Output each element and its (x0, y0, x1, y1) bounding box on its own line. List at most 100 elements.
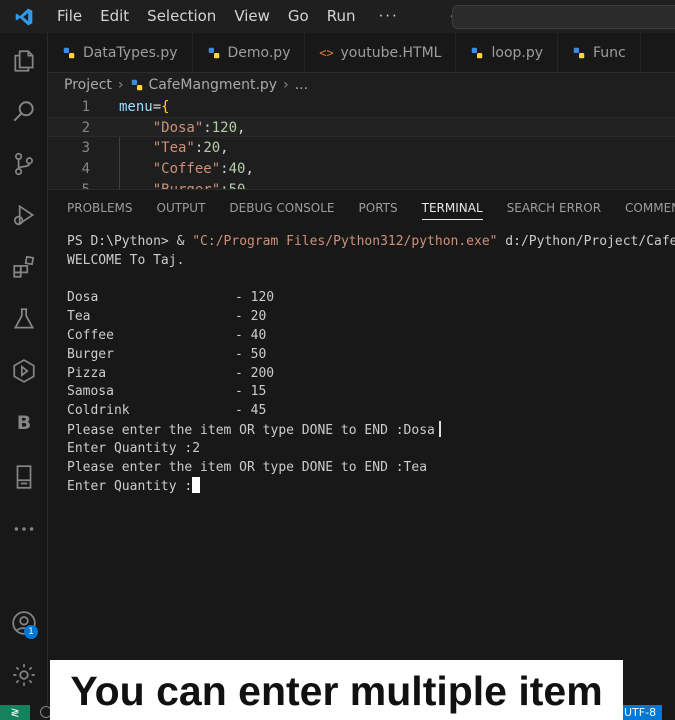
panel-tabs: PROBLEMS OUTPUT DEBUG CONSOLE PORTS TERM… (48, 190, 675, 226)
menu-more[interactable]: ··· (365, 0, 408, 33)
python-file-icon (62, 46, 76, 60)
testing-flask-icon[interactable] (0, 295, 48, 343)
tab-ports[interactable]: PORTS (359, 190, 398, 226)
notebook-icon[interactable] (0, 453, 48, 501)
tab-label: Demo.py (227, 45, 291, 61)
python-exe-path: "C:/Program Files/Python312/python.exe" (192, 234, 498, 249)
encoding-indicator[interactable]: UTF-8 (618, 705, 663, 720)
menu-item-row: Tea - 20 (67, 308, 675, 327)
code-editor[interactable]: 1 menu={ 2 "Dosa":120, 3 "Tea":20, 4 "Co… (48, 97, 675, 189)
dict-value: 50 (229, 182, 246, 189)
code-line: 3 "Tea":20, (48, 138, 675, 158)
code-line: 1 menu={ (48, 97, 675, 117)
remote-explorer-icon[interactable] (0, 347, 48, 395)
dict-key: "Burger" (153, 182, 220, 189)
tab-label: Func (593, 45, 626, 61)
line-number: 3 (81, 140, 90, 156)
breadcrumb-file[interactable]: CafeMangment.py (149, 77, 278, 93)
menu-item-row: Burger - 50 (67, 346, 675, 365)
operator: = (152, 99, 162, 115)
menu-item-price: - 120 (235, 290, 275, 306)
quantity-prompt-line: Enter Quantity : (67, 477, 675, 496)
menu-item-price: - 15 (235, 384, 267, 400)
dict-value: 20 (203, 140, 221, 156)
dict-key: "Tea" (152, 140, 195, 156)
activity-bar: B 1 (0, 33, 48, 705)
menu-item-price: - 200 (235, 365, 275, 381)
script-path: d:/Python/Project/Cafe (497, 234, 675, 249)
menu-edit[interactable]: Edit (91, 0, 138, 33)
more-views-icon[interactable] (0, 505, 48, 553)
line-number: 5 (48, 180, 90, 189)
menu-file[interactable]: File (48, 0, 91, 33)
welcome-message: WELCOME To Taj. (67, 252, 185, 268)
menu-item-row: Coffee - 40 (67, 327, 675, 346)
tab-label: youtube.HTML (340, 45, 442, 61)
menu-go[interactable]: Go (279, 0, 318, 33)
code-line: 5 "Burger":50, (48, 180, 675, 189)
search-icon[interactable] (0, 88, 48, 136)
explorer-icon[interactable] (0, 37, 48, 85)
python-file-icon (207, 46, 221, 60)
run-debug-icon[interactable] (0, 191, 48, 239)
item-prompt-line: Please enter the item OR type DONE to EN… (67, 459, 428, 475)
menu-item-name: Coldrink (67, 403, 130, 419)
dict-value: 120 (211, 120, 238, 136)
tab-comments[interactable]: COMMENTS (625, 190, 675, 226)
tab-label: DataTypes.py (83, 45, 178, 61)
menu-run[interactable]: Run (318, 0, 365, 33)
menu-item-price: - 50 (235, 346, 267, 362)
menu-item-name: Samosa (67, 384, 114, 400)
menu-item-row: Samosa - 15 (67, 383, 675, 402)
text-cursor-icon (438, 420, 441, 437)
editor-tab[interactable]: DataTypes.py (48, 33, 193, 72)
line-number: 1 (81, 99, 90, 115)
editor-tab[interactable]: Func (558, 33, 641, 72)
vscode-logo-icon (0, 0, 48, 33)
line-number: 4 (81, 161, 90, 177)
html-file-icon: <> (319, 46, 334, 60)
bookmark-b-icon[interactable]: B (0, 399, 48, 447)
menu-item-name: Burger (67, 346, 114, 362)
menu-item-name: Tea (67, 309, 91, 325)
editor-tab[interactable]: Demo.py (193, 33, 306, 72)
menu-item-row: Dosa - 120 (67, 289, 675, 308)
item-prompt-line: Please enter the item OR type DONE to EN… (67, 420, 675, 440)
breadcrumb-ellipsis[interactable]: ... (295, 77, 308, 93)
editor-tabs: DataTypes.py Demo.py <> youtube.HTML loop.py… (48, 33, 675, 73)
quantity-prompt-line: Enter Quantity :2 (67, 440, 201, 456)
menu-item-price: - 45 (235, 403, 267, 419)
extensions-icon[interactable] (0, 243, 48, 291)
editor-tab[interactable]: loop.py (456, 33, 559, 72)
remote-indicator-icon[interactable]: ≷ (0, 705, 30, 720)
terminal-prompt: PS D:\Python> & (67, 234, 193, 249)
settings-gear-icon[interactable] (0, 651, 48, 699)
terminal-output[interactable]: PS D:\Python> & "C:/Program Files/Python… (67, 233, 675, 693)
menu-view[interactable]: View (225, 0, 279, 33)
variable-name: menu (119, 99, 153, 115)
dict-value: 40 (228, 161, 246, 177)
tab-terminal[interactable]: TERMINAL (421, 190, 483, 226)
editor-tab[interactable]: <> youtube.HTML (305, 33, 457, 72)
tab-problems[interactable]: PROBLEMS (67, 190, 133, 226)
python-file-icon (470, 46, 484, 60)
title-bar: File Edit Selection View Go Run ··· ← → (0, 0, 675, 33)
terminal-command-line: PS D:\Python> & "C:/Program Files/Python… (67, 233, 675, 252)
breadcrumb: Project › CafeMangment.py › ... (48, 73, 675, 97)
command-center-search[interactable] (452, 5, 675, 29)
account-icon[interactable]: 1 (0, 599, 48, 647)
tab-label: loop.py (491, 45, 544, 61)
menu-selection[interactable]: Selection (138, 0, 225, 33)
menu-item-name: Dosa (67, 290, 99, 306)
brace: { (161, 99, 170, 115)
python-file-icon (572, 46, 586, 60)
tab-output[interactable]: OUTPUT (157, 190, 206, 226)
code-line: 2 "Dosa":120, (48, 117, 675, 137)
breadcrumb-folder[interactable]: Project (64, 77, 112, 93)
tab-search-error[interactable]: SEARCH ERROR (507, 190, 601, 226)
tab-debug-console[interactable]: DEBUG CONSOLE (229, 190, 334, 226)
code-line: 4 "Coffee":40, (48, 159, 675, 179)
menu-item-name: Coffee (67, 327, 114, 343)
source-control-icon[interactable] (0, 140, 48, 188)
